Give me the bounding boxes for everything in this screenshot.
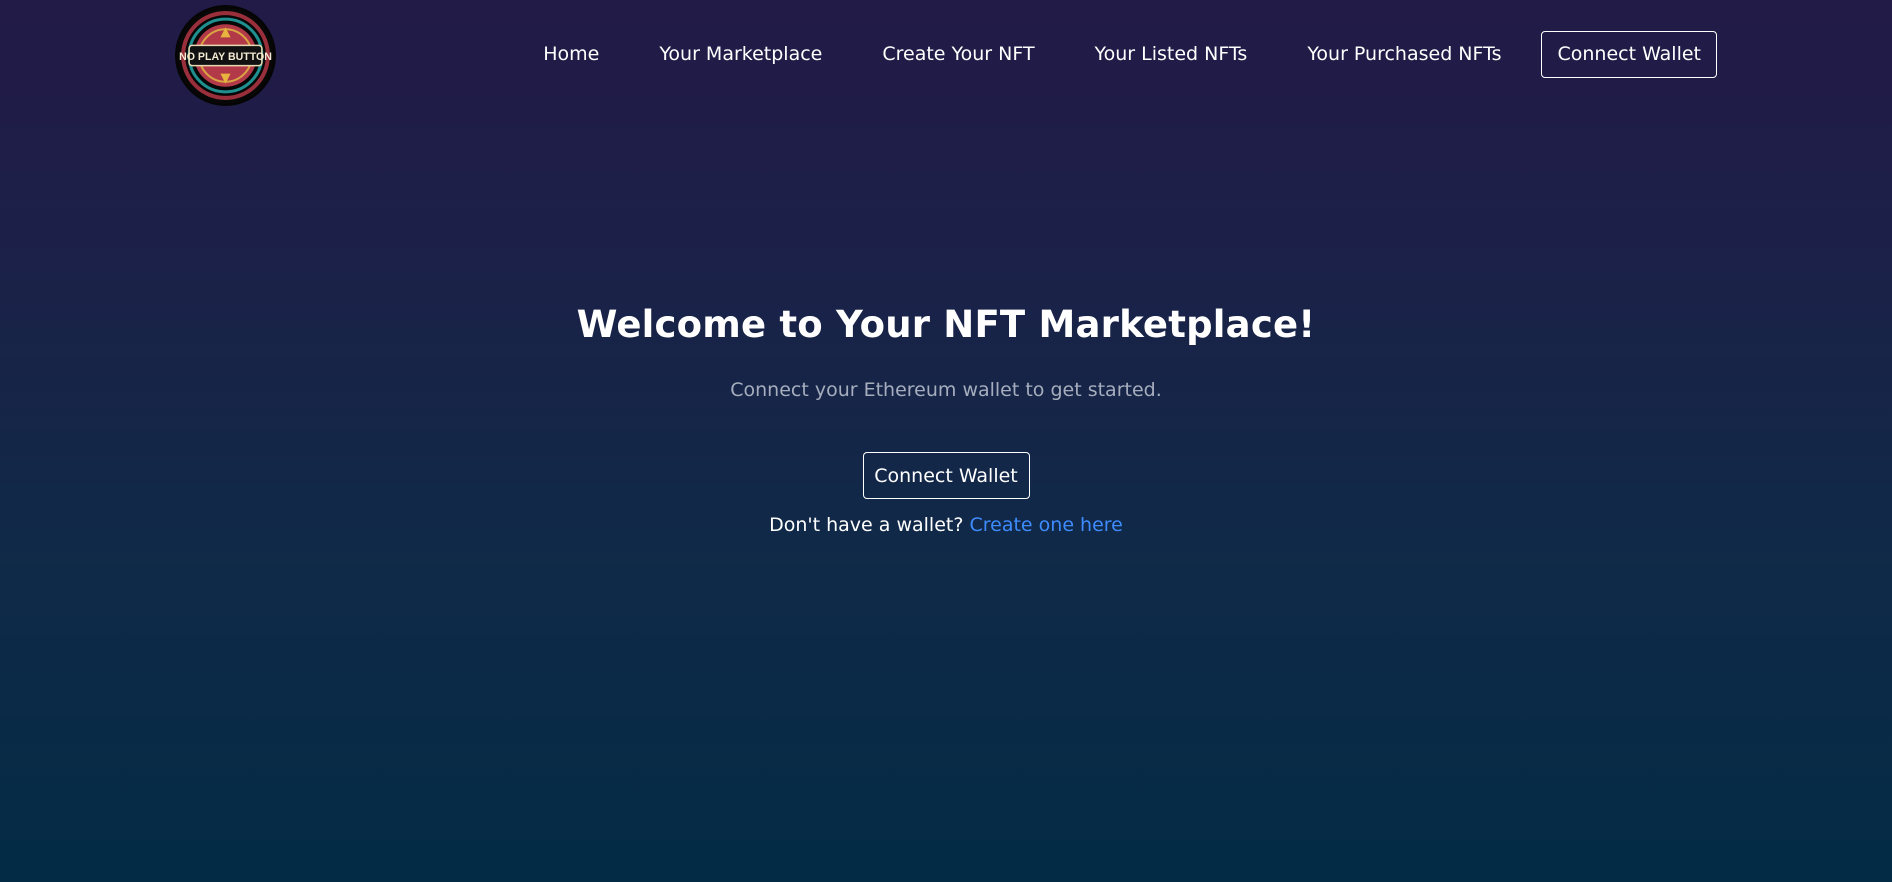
- nav-link-your-purchased-nfts[interactable]: Your Purchased NFTs: [1307, 30, 1501, 78]
- nav-links: Home Your Marketplace Create Your NFT Yo…: [543, 30, 1717, 78]
- navbar-connect-wallet-button[interactable]: Connect Wallet: [1541, 30, 1717, 78]
- wallet-prompt-line: Don't have a wallet? Create one here: [0, 511, 1892, 539]
- wallet-prompt-text: Don't have a wallet?: [769, 514, 964, 536]
- logo-text: NO PLAY BUTTON: [179, 51, 272, 63]
- no-play-button-logo-icon[interactable]: NO PLAY BUTTON: [175, 5, 276, 106]
- hero-button-container: Connect Wallet: [0, 452, 1892, 499]
- nav-link-your-listed-nfts[interactable]: Your Listed NFTs: [1095, 30, 1248, 78]
- nav-link-your-marketplace[interactable]: Your Marketplace: [659, 30, 822, 78]
- nav-link-home[interactable]: Home: [543, 30, 599, 78]
- create-wallet-link[interactable]: Create one here: [969, 514, 1122, 536]
- nav-link-create-your-nft[interactable]: Create Your NFT: [882, 30, 1034, 78]
- hero-subtitle: Connect your Ethereum wallet to get star…: [730, 379, 1162, 401]
- page-title: Welcome to Your NFT Marketplace!: [576, 303, 1316, 346]
- hero-section: Welcome to Your NFT Marketplace! Connect…: [0, 290, 1892, 539]
- navbar: NO PLAY BUTTON Home Your Marketplace Cre…: [0, 0, 1892, 110]
- hero-connect-wallet-button[interactable]: Connect Wallet: [862, 452, 1030, 499]
